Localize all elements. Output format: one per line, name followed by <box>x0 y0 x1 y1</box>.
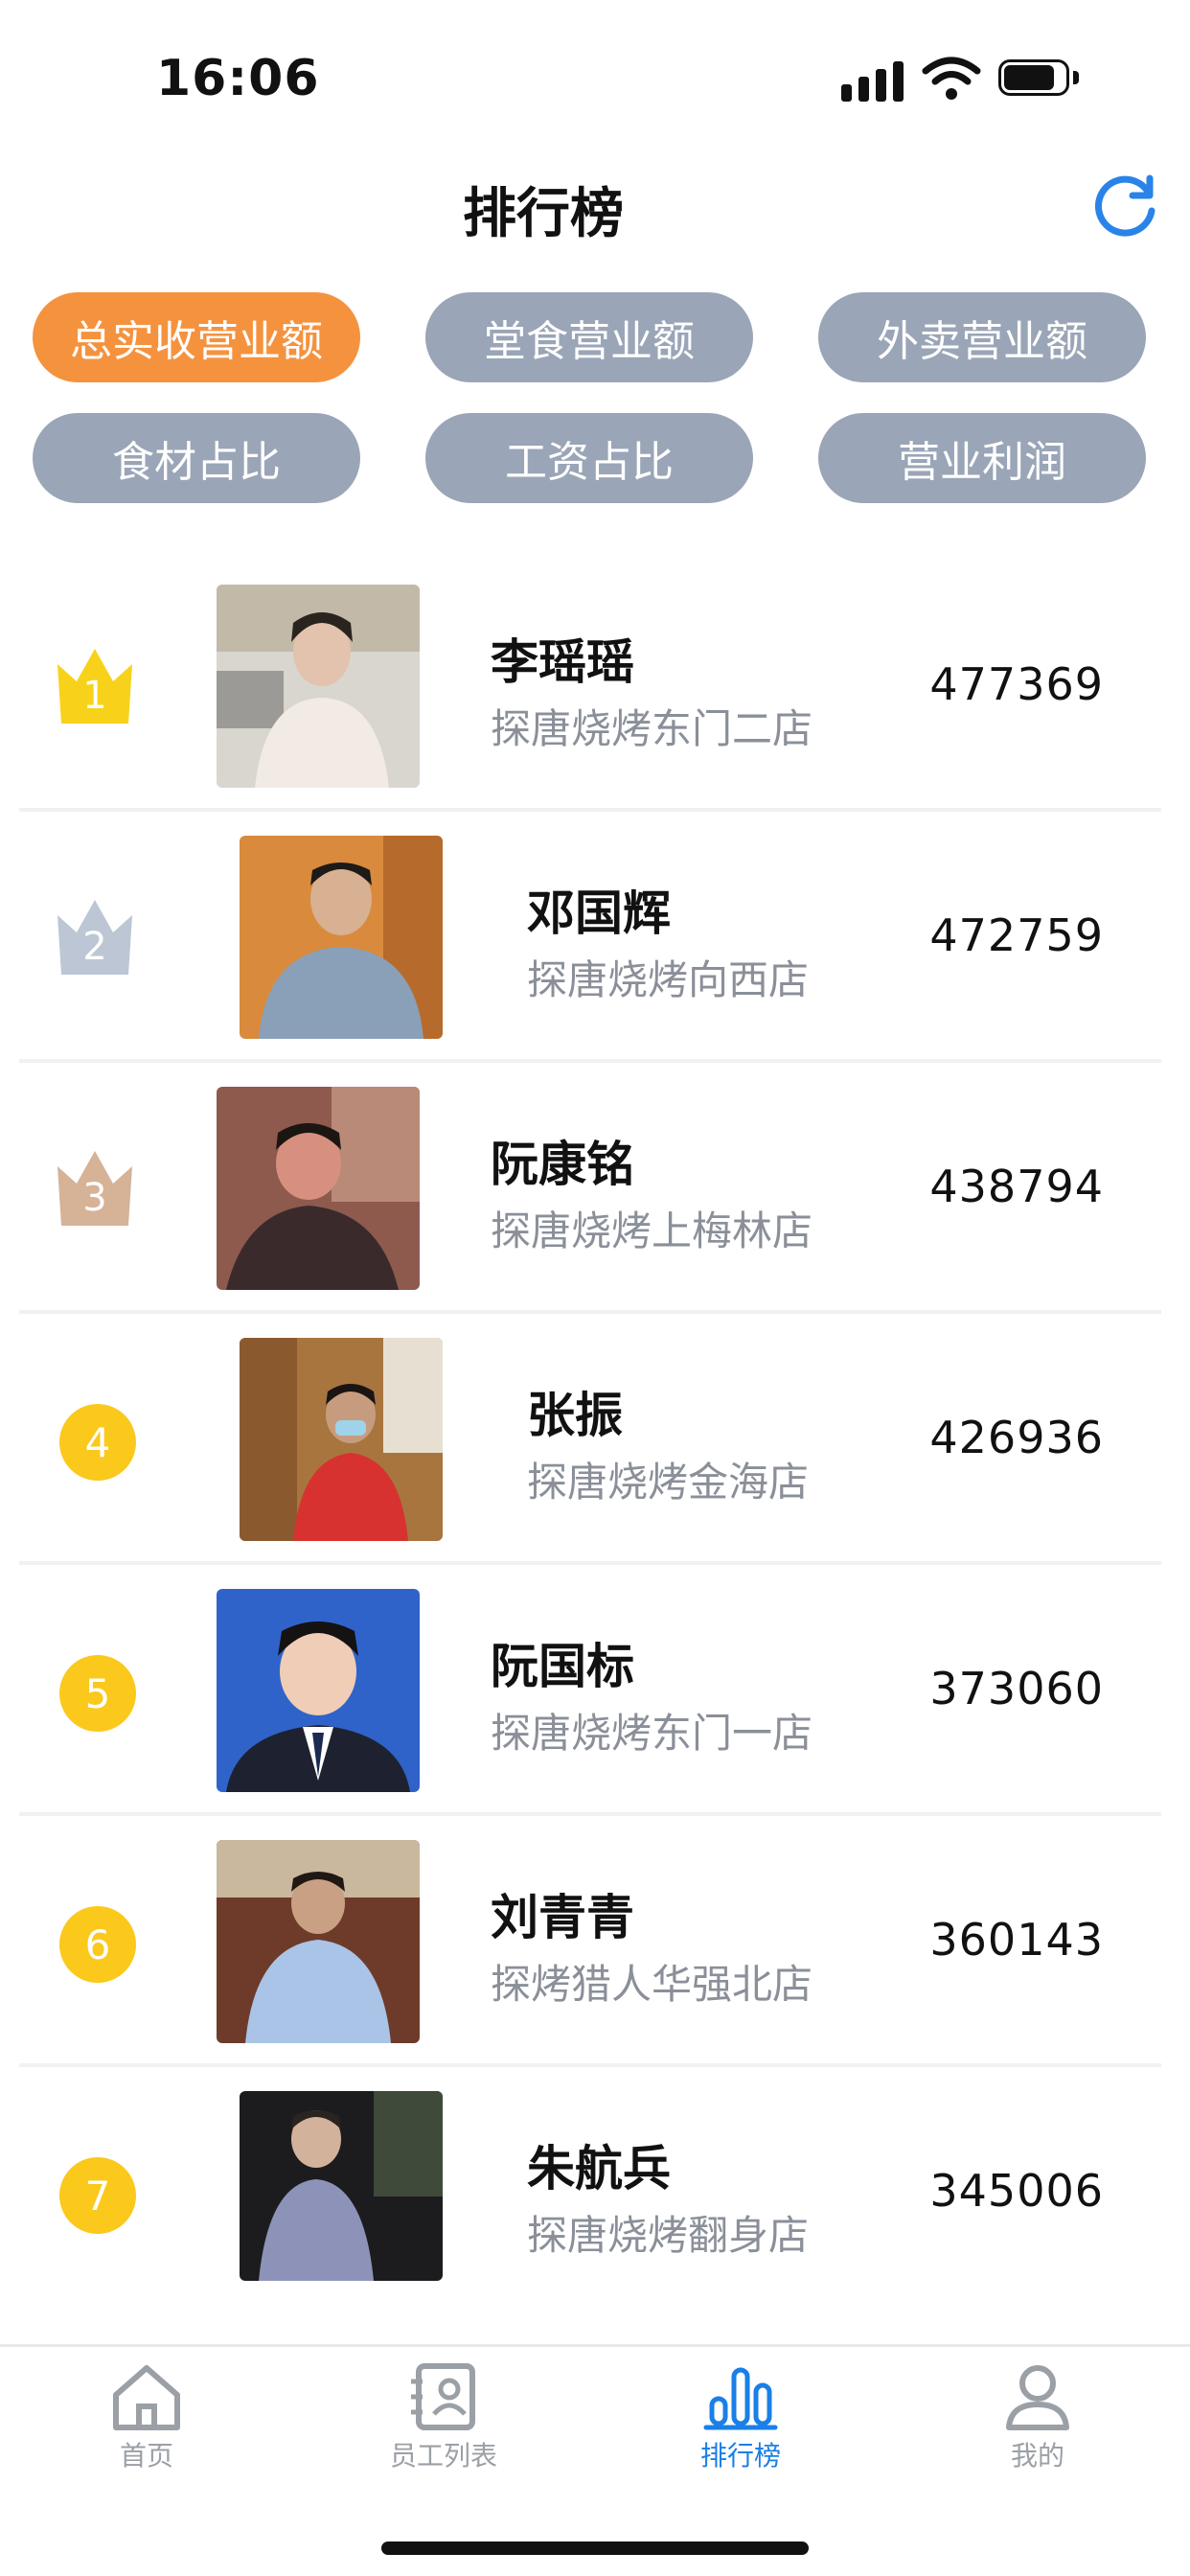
revenue-value: 345006 <box>929 2165 1104 2217</box>
home-indicator <box>381 2542 809 2555</box>
store-name: 探唐烧烤翻身店 <box>527 2212 810 2259</box>
rank-badge: 4 <box>59 1404 136 1481</box>
nav-label: 员工列表 <box>389 2440 497 2472</box>
ranking-row[interactable]: 4 张振 探唐烧烤金海店 426936 <box>19 1314 1161 1565</box>
tab-total-revenue[interactable]: 总实收营业额 <box>33 292 360 382</box>
revenue-value: 373060 <box>929 1663 1104 1714</box>
ranking-row[interactable]: 2 邓国辉 探唐烧烤向西店 472759 <box>19 812 1161 1063</box>
employee-name: 张振 <box>527 1388 623 1443</box>
employee-name: 邓国辉 <box>527 886 671 941</box>
avatar <box>217 1589 420 1792</box>
metric-tabs: 总实收营业额 堂食营业额 外卖营业额 食材占比 工资占比 营业利润 <box>33 292 1146 503</box>
store-name: 探唐烧烤东门一店 <box>491 1710 813 1757</box>
ranking-row[interactable]: 3 阮康铭 探唐烧烤上梅林店 438794 <box>19 1063 1161 1314</box>
store-name: 探唐烧烤向西店 <box>527 956 810 1003</box>
status-time: 16:06 <box>156 50 320 107</box>
user-icon <box>1006 2365 1069 2430</box>
contacts-icon <box>411 2363 475 2430</box>
revenue-value: 477369 <box>929 658 1104 710</box>
ranking-row[interactable]: 7 朱航兵 探唐烧烤翻身店 345006 <box>19 2067 1161 2318</box>
tab-salary-ratio[interactable]: 工资占比 <box>425 413 753 503</box>
ranking-row[interactable]: 1 李瑶瑶 探唐烧烤东门二店 477369 <box>19 561 1161 812</box>
tab-dine-in-revenue[interactable]: 堂食营业额 <box>425 292 753 382</box>
wifi-icon <box>922 57 981 100</box>
avatar <box>240 1338 443 1541</box>
ranking-row[interactable]: 5 阮国标 探唐烧烤东门一店 373060 <box>19 1565 1161 1816</box>
employee-name: 朱航兵 <box>527 2141 671 2196</box>
nav-home[interactable]: 首页 <box>51 2360 242 2473</box>
nav-label: 我的 <box>1010 2440 1064 2472</box>
avatar <box>217 1840 420 2043</box>
avatar <box>217 585 420 788</box>
revenue-value: 472759 <box>929 909 1104 961</box>
tab-delivery-revenue[interactable]: 外卖营业额 <box>818 292 1146 382</box>
home-icon <box>113 2365 180 2430</box>
nav-ranking[interactable]: 排行榜 <box>645 2360 836 2473</box>
employee-name: 阮康铭 <box>491 1137 634 1192</box>
rank-badge: 6 <box>59 1906 136 1983</box>
refresh-icon[interactable] <box>1090 171 1159 240</box>
bar-chart-icon <box>703 2367 778 2430</box>
tab-food-cost-ratio[interactable]: 食材占比 <box>33 413 360 503</box>
silver-crown-icon: 2 <box>52 894 138 980</box>
avatar <box>217 1087 420 1290</box>
store-name: 探烤猎人华强北店 <box>491 1961 813 2008</box>
ranking-list: 1 李瑶瑶 探唐烧烤东门二店 477369 2 邓国辉 探唐烧烤向西店 4727… <box>19 561 1161 2318</box>
rank-badge: 7 <box>59 2157 136 2234</box>
avatar <box>240 836 443 1039</box>
bronze-crown-icon: 3 <box>52 1145 138 1231</box>
revenue-value: 426936 <box>929 1412 1104 1463</box>
store-name: 探唐烧烤上梅林店 <box>491 1208 813 1254</box>
employee-name: 阮国标 <box>491 1639 634 1694</box>
employee-name: 李瑶瑶 <box>491 634 634 690</box>
store-name: 探唐烧烤东门二店 <box>491 705 813 752</box>
cellular-signal-icon <box>841 59 904 102</box>
nav-label: 排行榜 <box>699 2440 781 2472</box>
rank-badge: 5 <box>59 1655 136 1732</box>
battery-icon <box>998 59 1081 98</box>
avatar <box>240 2091 443 2281</box>
revenue-value: 360143 <box>929 1914 1104 1966</box>
nav-profile[interactable]: 我的 <box>942 2360 1133 2473</box>
employee-name: 刘青青 <box>491 1890 634 1945</box>
status-bar: 16:06 <box>0 0 1190 144</box>
ranking-row[interactable]: 6 刘青青 探烤猎人华强北店 360143 <box>19 1816 1161 2067</box>
gold-crown-icon: 1 <box>52 643 138 729</box>
revenue-value: 438794 <box>929 1161 1104 1212</box>
store-name: 探唐烧烤金海店 <box>527 1459 810 1506</box>
nav-employee-list[interactable]: 员工列表 <box>348 2360 539 2473</box>
nav-label: 首页 <box>119 2440 173 2472</box>
tab-operating-profit[interactable]: 营业利润 <box>818 413 1146 503</box>
page-title: 排行榜 <box>463 183 624 245</box>
